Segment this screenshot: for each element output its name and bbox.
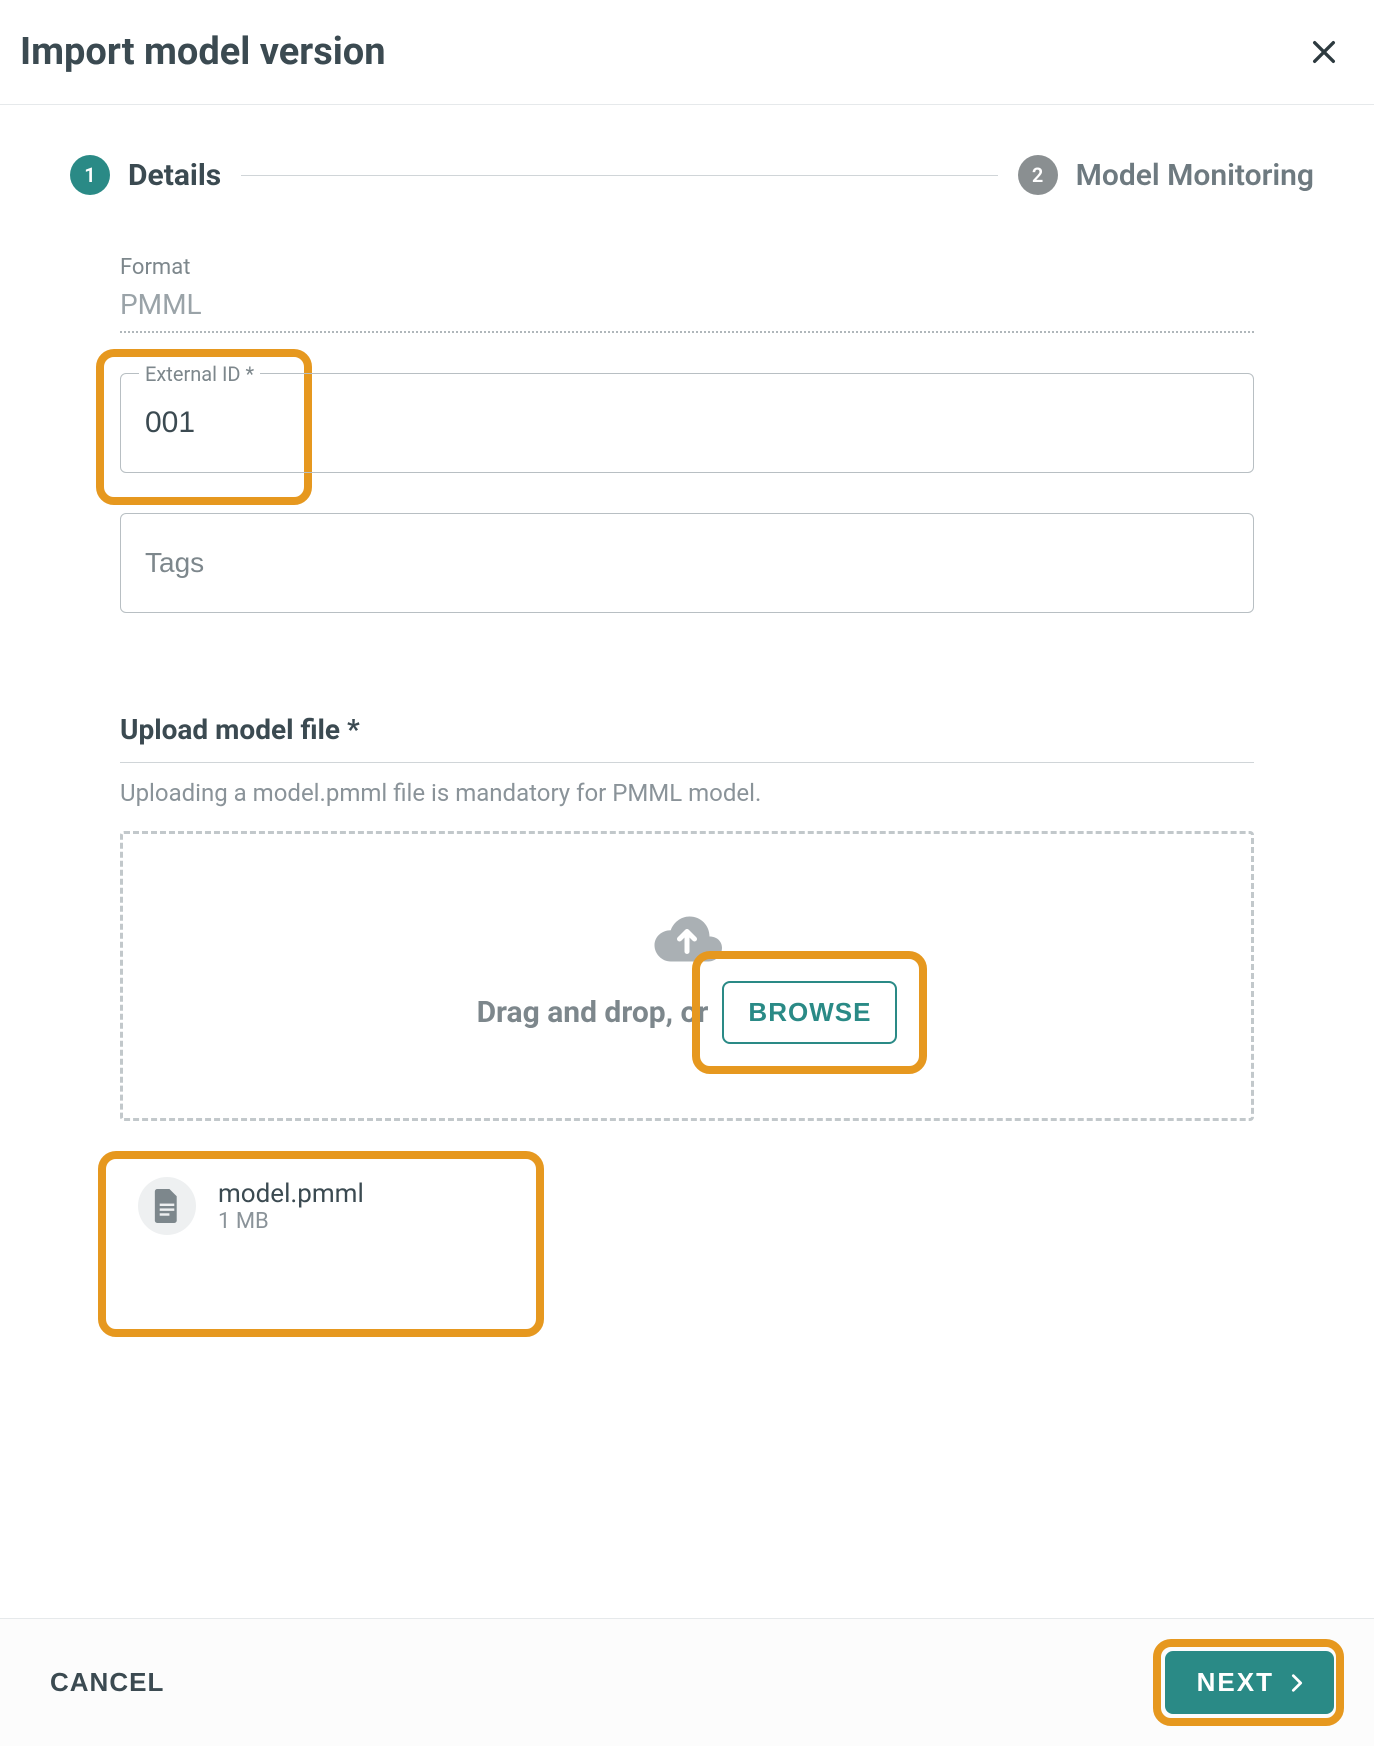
- dialog-footer: CANCEL NEXT: [0, 1618, 1374, 1746]
- dialog-header: Import model version: [0, 0, 1374, 105]
- file-icon: [138, 1177, 196, 1235]
- close-icon: [1308, 36, 1340, 68]
- browse-highlight: BROWSE: [722, 981, 897, 1044]
- next-button[interactable]: NEXT: [1165, 1651, 1334, 1714]
- upload-section-title: Upload model file *: [120, 713, 1254, 746]
- upload-dropzone[interactable]: Drag and drop, or BROWSE: [120, 831, 1254, 1121]
- step-label: Details: [128, 158, 221, 193]
- step-label: Model Monitoring: [1076, 158, 1314, 193]
- tags-field-wrapper: [120, 513, 1254, 613]
- chevron-right-icon: [1286, 1672, 1308, 1694]
- cancel-button[interactable]: CANCEL: [44, 1666, 170, 1699]
- step-number: 1: [70, 155, 110, 195]
- upload-hint: Uploading a model.pmml file is mandatory…: [120, 779, 1254, 807]
- step-number: 2: [1018, 155, 1058, 195]
- upload-divider: [120, 762, 1254, 763]
- format-label: Format: [120, 255, 1254, 280]
- external-id-label: External ID *: [139, 362, 260, 386]
- cloud-upload-icon: [647, 909, 727, 973]
- uploaded-file[interactable]: model.pmml 1 MB: [130, 1169, 394, 1243]
- form-body: Format PMML External ID * Upload model f…: [0, 215, 1374, 1243]
- external-id-field[interactable]: External ID *: [120, 373, 1254, 473]
- format-value: PMML: [120, 288, 1254, 333]
- next-label: NEXT: [1197, 1667, 1274, 1698]
- stepper: 1 Details 2 Model Monitoring: [0, 105, 1374, 215]
- tags-field[interactable]: [120, 513, 1254, 613]
- file-name: model.pmml: [218, 1179, 364, 1209]
- external-id-field-wrapper: External ID *: [120, 373, 1254, 473]
- drop-row: Drag and drop, or BROWSE: [477, 981, 898, 1044]
- step-connector: [241, 175, 997, 176]
- close-button[interactable]: [1304, 32, 1344, 72]
- browse-button[interactable]: BROWSE: [722, 981, 897, 1044]
- dialog-title: Import model version: [20, 30, 386, 74]
- drop-text: Drag and drop, or: [477, 995, 709, 1030]
- step-model-monitoring[interactable]: 2 Model Monitoring: [1018, 155, 1314, 195]
- tags-input[interactable]: [143, 545, 1231, 581]
- external-id-input[interactable]: [143, 405, 1231, 441]
- file-size: 1 MB: [218, 1209, 364, 1234]
- step-details[interactable]: 1 Details: [70, 155, 221, 195]
- next-highlight: NEXT: [1165, 1651, 1334, 1714]
- format-field: Format PMML: [120, 255, 1254, 333]
- file-meta: model.pmml 1 MB: [218, 1179, 364, 1234]
